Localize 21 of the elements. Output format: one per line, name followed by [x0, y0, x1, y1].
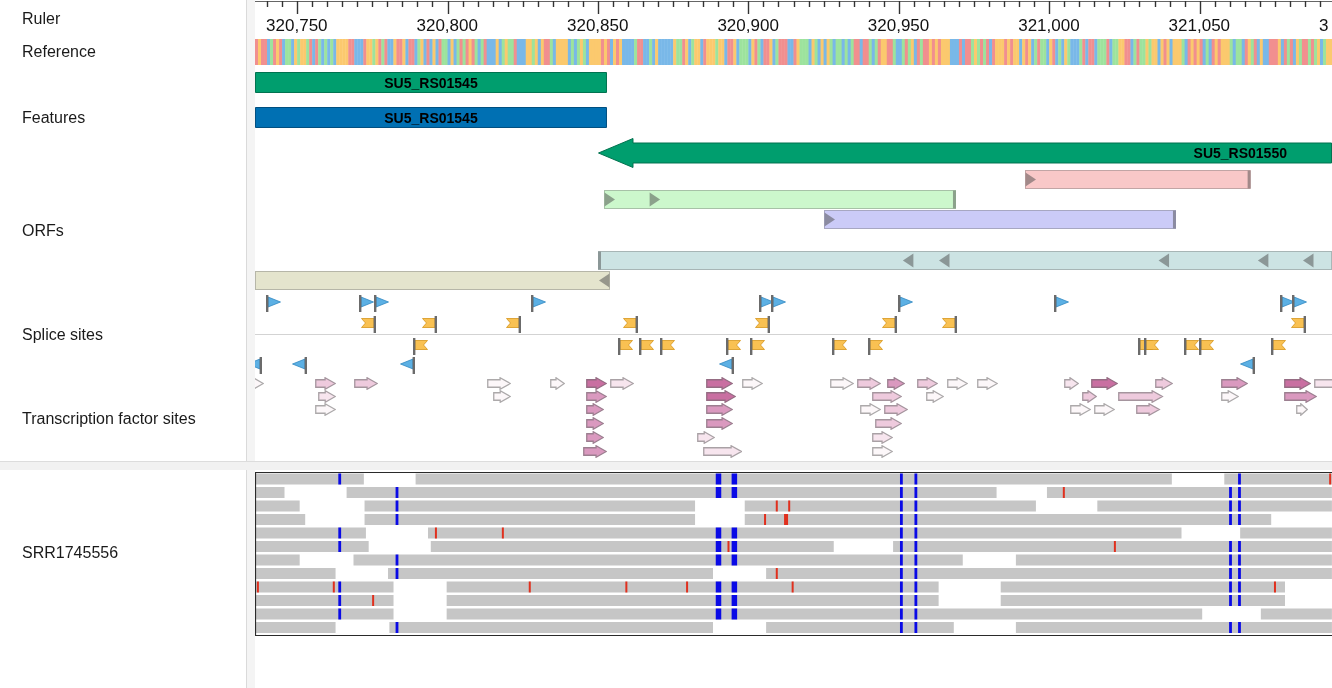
- gene-feature-arrow: SU5_RS01550: [597, 137, 1332, 168]
- gene-feature-bar: SU5_RS01545: [255, 72, 607, 93]
- ruler-tick-label: 320,800: [416, 16, 478, 36]
- ruler-tick-label: 320,900: [717, 16, 779, 36]
- ruler-tick-label: 321,050: [1168, 16, 1231, 36]
- track-label: Ruler: [22, 10, 61, 28]
- ruler-tick-label: 321,000: [1018, 16, 1080, 36]
- cds-feature-bar: SU5_RS01545: [255, 107, 607, 128]
- track-label: Transcription factor sites: [22, 410, 196, 428]
- track-label: Reference: [22, 43, 96, 61]
- ruler-tick-label: 320,950: [867, 16, 930, 36]
- ruler-tick-label: 3: [1319, 16, 1329, 36]
- vertical-splitter[interactable]: [246, 0, 255, 461]
- track-label: SRR1745556: [22, 544, 119, 562]
- track-label: ORFs: [22, 222, 64, 240]
- horizontal-splitter[interactable]: [0, 461, 1332, 470]
- track-label: Features: [22, 109, 86, 127]
- vertical-splitter[interactable]: [246, 470, 255, 688]
- ruler-tick-label: 320,850: [567, 16, 629, 36]
- ruler-tick-label: 320,750: [266, 16, 328, 36]
- track-label: Splice sites: [22, 325, 103, 344]
